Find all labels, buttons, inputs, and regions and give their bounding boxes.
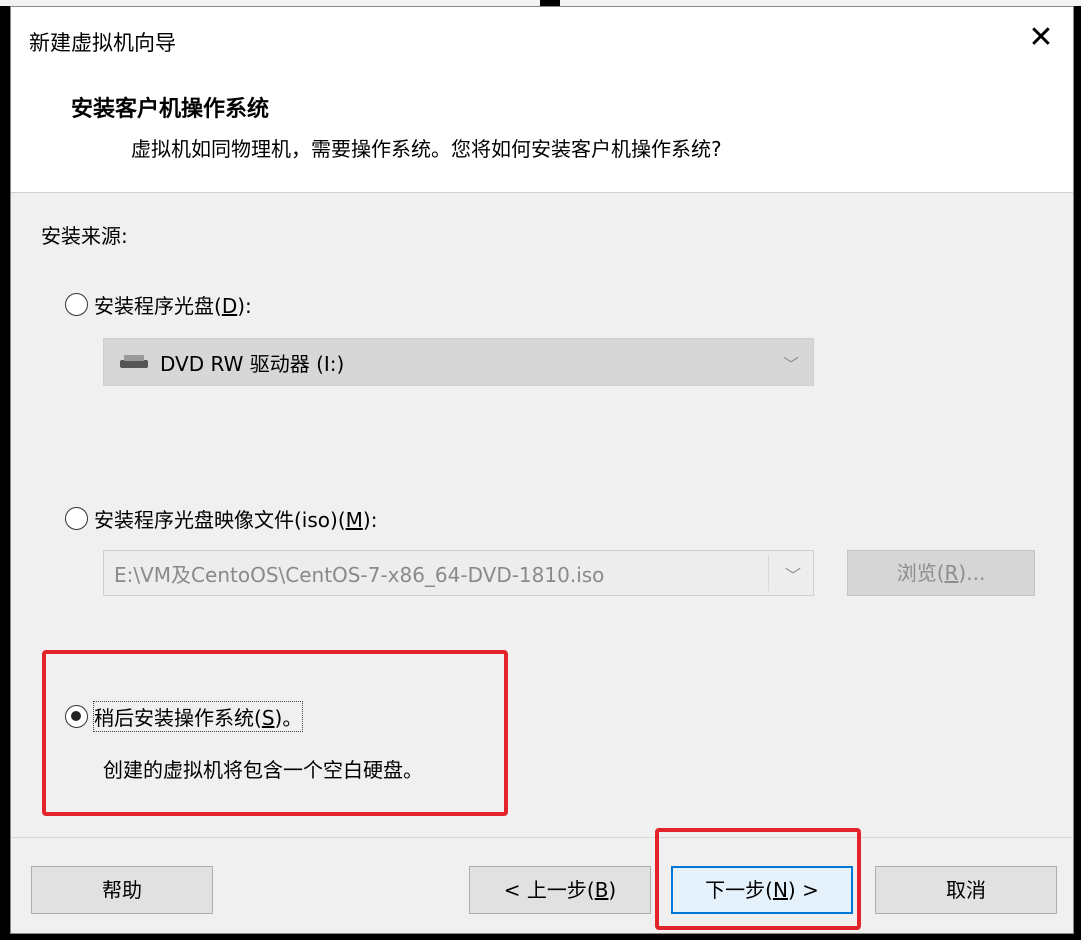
disc-drive-select[interactable]: DVD RW 驱动器 (I:) ﹀ — [103, 338, 814, 386]
chevron-down-icon: ﹀ — [784, 566, 801, 585]
radio-label: 安装程序光盘(D): — [94, 294, 252, 318]
browse-button[interactable]: 浏览(R)... — [847, 550, 1035, 596]
radio-button[interactable] — [65, 507, 88, 530]
disc-drive-value: DVD RW 驱动器 (I:) — [160, 351, 345, 376]
title-bar[interactable]: 新建虚拟机向导 ✕ — [11, 7, 1073, 69]
wizard-header: 安装客户机操作系统 虚拟机如同物理机，需要操作系统。您将如何安装客户机操作系统? — [11, 69, 1073, 193]
dvd-drive-icon — [120, 355, 150, 369]
back-button[interactable]: < 上一步(B) — [469, 866, 651, 914]
wizard-content: 安装来源: 安装程序光盘(D): DVD RW 驱动器 (I:) ﹀ 安装程序光… — [11, 194, 1073, 834]
radio-install-disc[interactable]: 安装程序光盘(D): — [65, 290, 252, 319]
radio-label: 安装程序光盘映像文件(iso)(M): — [94, 508, 378, 532]
new-vm-wizard-dialog: 新建虚拟机向导 ✕ 安装客户机操作系统 虚拟机如同物理机，需要操作系统。您将如何… — [10, 6, 1074, 934]
help-button[interactable]: 帮助 — [31, 866, 213, 914]
page-title: 安装客户机操作系统 — [71, 97, 270, 122]
highlight-box-install-later — [42, 650, 508, 816]
close-icon[interactable]: ✕ — [1021, 21, 1061, 57]
install-source-label: 安装来源: — [41, 224, 128, 248]
iso-path-value: E:\VM及CentoOS\CentOS-7-x86_64-DVD-1810.i… — [114, 562, 605, 587]
iso-path-combo[interactable]: E:\VM及CentoOS\CentOS-7-x86_64-DVD-1810.i… — [103, 550, 814, 596]
radio-install-iso[interactable]: 安装程序光盘映像文件(iso)(M): — [65, 504, 377, 533]
combo-separator — [768, 555, 769, 591]
cancel-button[interactable]: 取消 — [875, 866, 1057, 914]
page-subtitle: 虚拟机如同物理机，需要操作系统。您将如何安装客户机操作系统? — [131, 137, 722, 161]
radio-button[interactable] — [65, 293, 88, 316]
wizard-footer: 帮助 < 上一步(B) 下一步(N) > 取消 — [11, 828, 1073, 933]
highlight-box-next — [655, 828, 861, 930]
chevron-down-icon: ﹀ — [783, 355, 800, 374]
window-title: 新建虚拟机向导 — [29, 31, 176, 55]
